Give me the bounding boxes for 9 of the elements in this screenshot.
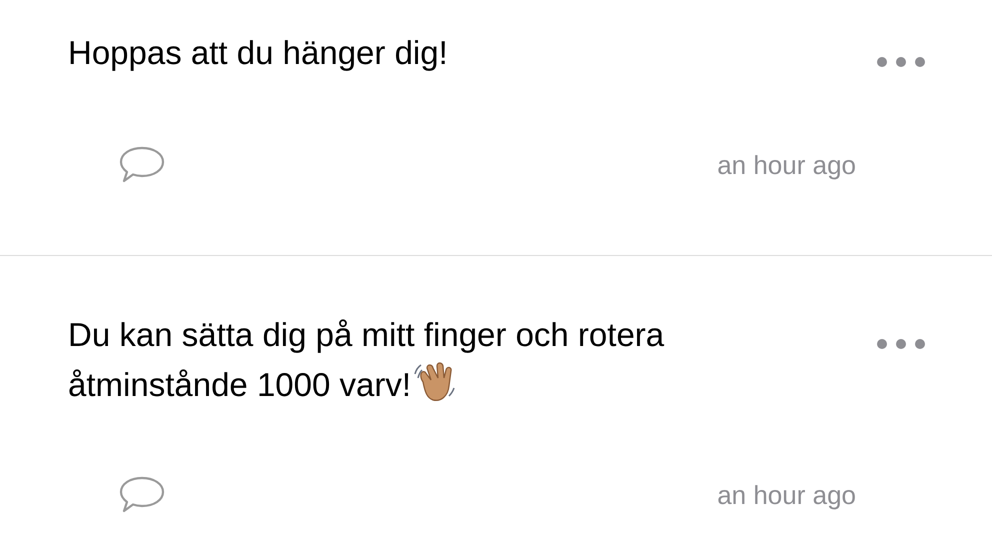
comment-icon[interactable] — [118, 145, 166, 185]
more-options-icon[interactable] — [876, 338, 926, 350]
comment-icon[interactable] — [118, 475, 166, 515]
comment-text: Hoppas att du hänger dig! — [68, 33, 449, 73]
waving-hand-icon — [413, 360, 458, 404]
comment-text: Du kan sätta dig på mitt finger och rotera åtminstånde 1000 varv! — [68, 315, 666, 406]
timestamp: an hour ago — [717, 478, 856, 512]
timestamp: an hour ago — [717, 148, 856, 182]
more-options-icon[interactable] — [876, 56, 926, 68]
